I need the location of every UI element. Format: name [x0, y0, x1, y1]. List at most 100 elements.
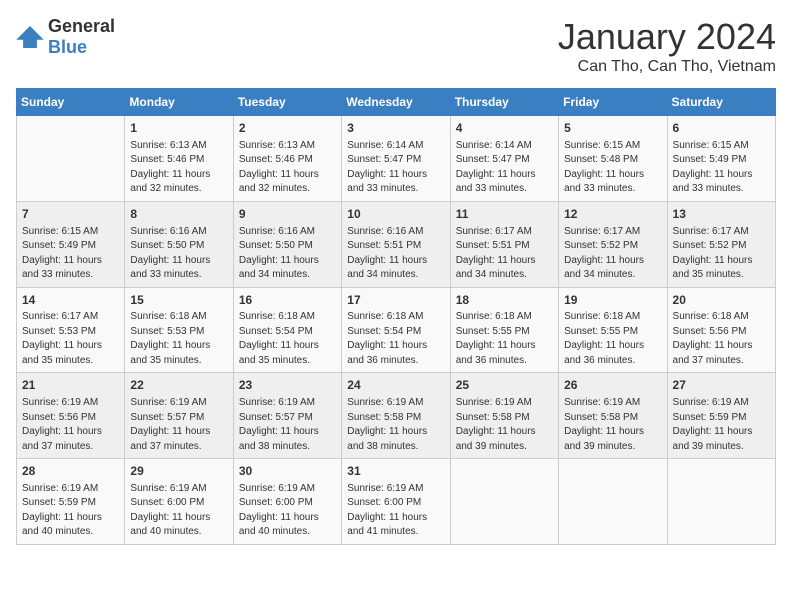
day-number: 22: [130, 377, 227, 394]
sunset-text: Sunset: 5:50 PM: [130, 239, 227, 254]
sunset-text: Sunset: 5:56 PM: [673, 325, 770, 340]
sunrise-text: Sunrise: 6:17 AM: [456, 225, 553, 240]
sunset-text: Sunset: 5:58 PM: [564, 411, 661, 426]
sunset-text: Sunset: 5:47 PM: [456, 153, 553, 168]
daylight-text-2: and 37 minutes.: [130, 440, 227, 455]
daylight-text: Daylight: 11 hours: [456, 254, 553, 269]
calendar-cell: 1Sunrise: 6:13 AMSunset: 5:46 PMDaylight…: [125, 116, 233, 202]
header-sunday: Sunday: [17, 89, 125, 116]
calendar-cell: 21Sunrise: 6:19 AMSunset: 5:56 PMDayligh…: [17, 373, 125, 459]
day-number: 23: [239, 377, 336, 394]
calendar-cell: 27Sunrise: 6:19 AMSunset: 5:59 PMDayligh…: [667, 373, 775, 459]
sunset-text: Sunset: 5:58 PM: [347, 411, 444, 426]
daylight-text: Daylight: 11 hours: [347, 425, 444, 440]
daylight-text: Daylight: 11 hours: [456, 168, 553, 183]
daylight-text-2: and 35 minutes.: [130, 354, 227, 369]
daylight-text: Daylight: 11 hours: [22, 511, 119, 526]
month-year-title: January 2024: [558, 16, 776, 58]
sunset-text: Sunset: 5:46 PM: [239, 153, 336, 168]
daylight-text: Daylight: 11 hours: [564, 339, 661, 354]
calendar-cell: 28Sunrise: 6:19 AMSunset: 5:59 PMDayligh…: [17, 459, 125, 545]
sunset-text: Sunset: 5:50 PM: [239, 239, 336, 254]
cell-content: Sunrise: 6:13 AMSunset: 5:46 PMDaylight:…: [239, 139, 336, 197]
sunset-text: Sunset: 5:47 PM: [347, 153, 444, 168]
day-number: 16: [239, 292, 336, 309]
daylight-text-2: and 35 minutes.: [22, 354, 119, 369]
daylight-text-2: and 40 minutes.: [22, 525, 119, 540]
calendar-cell: 15Sunrise: 6:18 AMSunset: 5:53 PMDayligh…: [125, 287, 233, 373]
day-number: 25: [456, 377, 553, 394]
sunrise-text: Sunrise: 6:17 AM: [673, 225, 770, 240]
cell-content: Sunrise: 6:17 AMSunset: 5:51 PMDaylight:…: [456, 225, 553, 283]
calendar-cell: 4Sunrise: 6:14 AMSunset: 5:47 PMDaylight…: [450, 116, 558, 202]
day-number: 13: [673, 206, 770, 223]
cell-content: Sunrise: 6:19 AMSunset: 6:00 PMDaylight:…: [347, 482, 444, 540]
calendar-cell: 3Sunrise: 6:14 AMSunset: 5:47 PMDaylight…: [342, 116, 450, 202]
sunset-text: Sunset: 6:00 PM: [239, 496, 336, 511]
sunrise-text: Sunrise: 6:18 AM: [456, 310, 553, 325]
daylight-text: Daylight: 11 hours: [239, 254, 336, 269]
sunrise-text: Sunrise: 6:18 AM: [239, 310, 336, 325]
daylight-text-2: and 35 minutes.: [673, 268, 770, 283]
daylight-text-2: and 36 minutes.: [347, 354, 444, 369]
sunrise-text: Sunrise: 6:18 AM: [673, 310, 770, 325]
day-number: 27: [673, 377, 770, 394]
daylight-text: Daylight: 11 hours: [456, 339, 553, 354]
daylight-text-2: and 39 minutes.: [564, 440, 661, 455]
daylight-text: Daylight: 11 hours: [130, 339, 227, 354]
daylight-text-2: and 41 minutes.: [347, 525, 444, 540]
daylight-text-2: and 37 minutes.: [22, 440, 119, 455]
daylight-text-2: and 39 minutes.: [673, 440, 770, 455]
cell-content: Sunrise: 6:16 AMSunset: 5:50 PMDaylight:…: [130, 225, 227, 283]
sunset-text: Sunset: 5:54 PM: [239, 325, 336, 340]
daylight-text-2: and 34 minutes.: [239, 268, 336, 283]
calendar-cell: [17, 116, 125, 202]
calendar-cell: 16Sunrise: 6:18 AMSunset: 5:54 PMDayligh…: [233, 287, 341, 373]
cell-content: Sunrise: 6:14 AMSunset: 5:47 PMDaylight:…: [456, 139, 553, 197]
day-number: 19: [564, 292, 661, 309]
day-number: 29: [130, 463, 227, 480]
cell-content: Sunrise: 6:14 AMSunset: 5:47 PMDaylight:…: [347, 139, 444, 197]
sunset-text: Sunset: 5:49 PM: [22, 239, 119, 254]
header-saturday: Saturday: [667, 89, 775, 116]
cell-content: Sunrise: 6:17 AMSunset: 5:52 PMDaylight:…: [673, 225, 770, 283]
daylight-text: Daylight: 11 hours: [456, 425, 553, 440]
day-number: 17: [347, 292, 444, 309]
sunrise-text: Sunrise: 6:19 AM: [673, 396, 770, 411]
sunrise-text: Sunrise: 6:19 AM: [130, 396, 227, 411]
calendar-cell: 23Sunrise: 6:19 AMSunset: 5:57 PMDayligh…: [233, 373, 341, 459]
calendar-cell: 12Sunrise: 6:17 AMSunset: 5:52 PMDayligh…: [559, 201, 667, 287]
daylight-text-2: and 32 minutes.: [130, 182, 227, 197]
logo-general: General: [48, 16, 115, 36]
calendar-cell: 29Sunrise: 6:19 AMSunset: 6:00 PMDayligh…: [125, 459, 233, 545]
daylight-text-2: and 33 minutes.: [564, 182, 661, 197]
sunrise-text: Sunrise: 6:15 AM: [564, 139, 661, 154]
daylight-text-2: and 33 minutes.: [673, 182, 770, 197]
sunset-text: Sunset: 5:57 PM: [130, 411, 227, 426]
cell-content: Sunrise: 6:18 AMSunset: 5:55 PMDaylight:…: [456, 310, 553, 368]
cell-content: Sunrise: 6:15 AMSunset: 5:49 PMDaylight:…: [22, 225, 119, 283]
day-number: 2: [239, 120, 336, 137]
sunset-text: Sunset: 5:53 PM: [22, 325, 119, 340]
sunset-text: Sunset: 5:49 PM: [673, 153, 770, 168]
cell-content: Sunrise: 6:15 AMSunset: 5:48 PMDaylight:…: [564, 139, 661, 197]
calendar-cell: 22Sunrise: 6:19 AMSunset: 5:57 PMDayligh…: [125, 373, 233, 459]
day-number: 10: [347, 206, 444, 223]
daylight-text-2: and 40 minutes.: [130, 525, 227, 540]
sunrise-text: Sunrise: 6:19 AM: [347, 396, 444, 411]
daylight-text: Daylight: 11 hours: [673, 339, 770, 354]
calendar-cell: 30Sunrise: 6:19 AMSunset: 6:00 PMDayligh…: [233, 459, 341, 545]
sunrise-text: Sunrise: 6:13 AM: [239, 139, 336, 154]
title-block: January 2024 Can Tho, Can Tho, Vietnam: [558, 16, 776, 76]
daylight-text: Daylight: 11 hours: [673, 168, 770, 183]
sunrise-text: Sunrise: 6:19 AM: [130, 482, 227, 497]
cell-content: Sunrise: 6:17 AMSunset: 5:53 PMDaylight:…: [22, 310, 119, 368]
daylight-text: Daylight: 11 hours: [130, 511, 227, 526]
calendar-cell: 18Sunrise: 6:18 AMSunset: 5:55 PMDayligh…: [450, 287, 558, 373]
sunrise-text: Sunrise: 6:14 AM: [347, 139, 444, 154]
header-tuesday: Tuesday: [233, 89, 341, 116]
sunrise-text: Sunrise: 6:19 AM: [239, 482, 336, 497]
sunset-text: Sunset: 5:51 PM: [347, 239, 444, 254]
day-number: 30: [239, 463, 336, 480]
sunrise-text: Sunrise: 6:16 AM: [130, 225, 227, 240]
